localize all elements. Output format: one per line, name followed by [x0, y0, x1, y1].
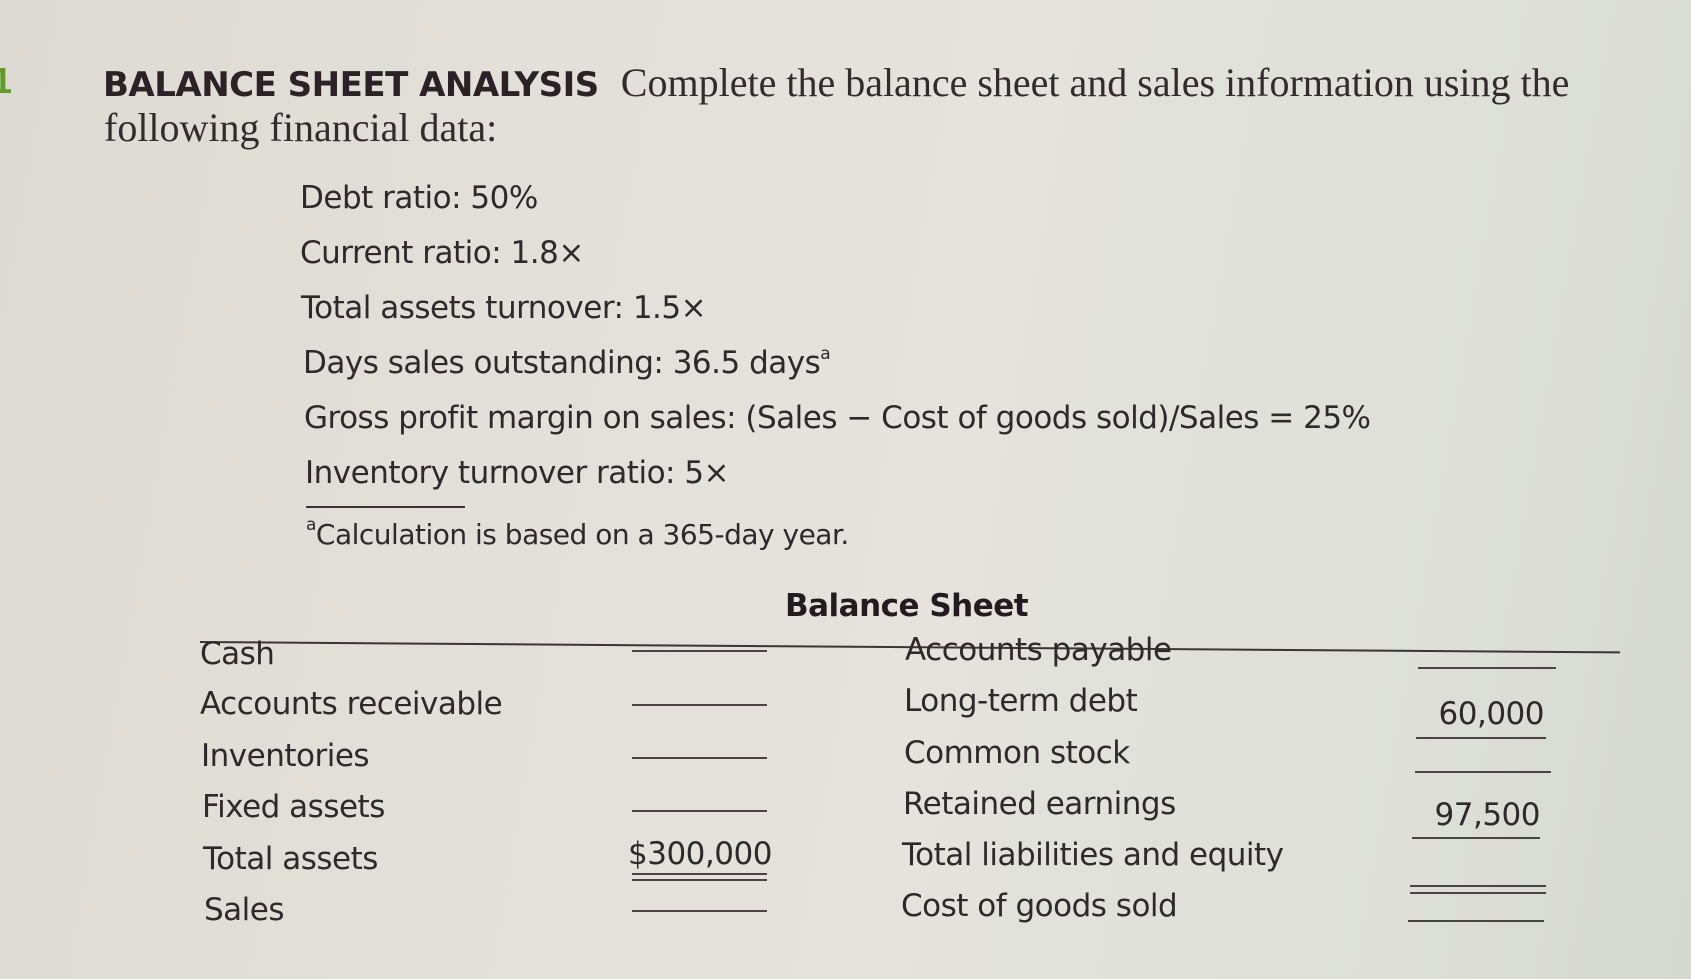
bs-label-accounts-receivable: Accounts receivable: [200, 686, 503, 722]
bs-total-assets-rule-bottom: [632, 879, 767, 881]
footnote-text: Calculation is based on a 365-day year.: [315, 518, 849, 551]
bs-value-total-assets: $300,000: [628, 836, 772, 872]
problem-instruction-line2: following financial data:: [104, 105, 498, 150]
bs-blank-cost-of-goods-sold[interactable]: [1408, 920, 1544, 922]
bs-value-long-term-debt: 60,000: [1438, 696, 1545, 732]
bs-label-cost-of-goods-sold: Cost of goods sold: [901, 888, 1178, 924]
textbook-page: 1 BALANCE SHEET ANALYSIS Complete the bal…: [0, 0, 1691, 979]
bs-blank-inventories[interactable]: [632, 757, 767, 759]
bs-value-retained-earnings: 97,500: [1434, 797, 1541, 833]
data-item-inventory-turnover: Inventory turnover ratio: 5×: [305, 455, 730, 491]
footnote: aCalculation is based on a 365-day year.: [306, 515, 849, 552]
bs-total-le-rule-top[interactable]: [1410, 885, 1546, 887]
data-item-current-ratio: Current ratio: 1.8×: [300, 235, 584, 271]
problem-instruction-line1: Complete the balance sheet and sales inf…: [620, 60, 1570, 105]
problem-title: BALANCE SHEET ANALYSIS: [103, 65, 599, 105]
bs-label-inventories: Inventories: [201, 738, 370, 774]
bs-label-sales: Sales: [204, 892, 285, 928]
bs-label-fixed-assets: Fixed assets: [202, 789, 385, 825]
footnote-divider: [306, 506, 465, 508]
problem-number: 1: [0, 60, 12, 101]
bs-blank-common-stock[interactable]: [1415, 771, 1551, 773]
bs-retained-earnings-rule: [1412, 837, 1540, 839]
data-item-debt-ratio: Debt ratio: 50%: [300, 180, 538, 216]
financial-data-list: Debt ratio: 50% Current ratio: 1.8× Tota…: [300, 174, 1371, 504]
balance-sheet-title: Balance Sheet: [785, 588, 1029, 624]
problem-heading: BALANCE SHEET ANALYSIS Complete the balan…: [103, 60, 1569, 108]
footnote-marker: a: [820, 344, 831, 364]
bs-label-common-stock: Common stock: [904, 735, 1130, 771]
data-item-gross-profit-margin: Gross profit margin on sales: (Sales − C…: [304, 400, 1371, 436]
bs-blank-accounts-receivable[interactable]: [632, 704, 767, 706]
bs-blank-fixed-assets[interactable]: [632, 810, 767, 812]
bs-blank-cash[interactable]: [632, 650, 767, 652]
bs-label-cash: Cash: [200, 636, 275, 672]
bs-label-total-assets: Total assets: [203, 841, 378, 877]
bs-label-total-liabilities-equity: Total liabilities and equity: [902, 837, 1284, 873]
bs-total-assets-rule-top: [632, 873, 767, 875]
bs-label-long-term-debt: Long-term debt: [904, 683, 1138, 719]
bs-blank-sales[interactable]: [632, 910, 767, 912]
footnote-marker: a: [306, 515, 316, 535]
data-item-days-sales-outstanding: Days sales outstanding: 36.5 daysa: [303, 344, 831, 381]
bs-label-accounts-payable: Accounts payable: [905, 632, 1172, 668]
data-item-total-assets-turnover: Total assets turnover: 1.5×: [301, 290, 707, 326]
bs-total-le-rule-bottom: [1410, 892, 1546, 894]
bs-label-retained-earnings: Retained earnings: [903, 786, 1176, 822]
bs-blank-accounts-payable[interactable]: [1418, 667, 1556, 669]
bs-long-term-debt-rule: [1416, 737, 1546, 739]
